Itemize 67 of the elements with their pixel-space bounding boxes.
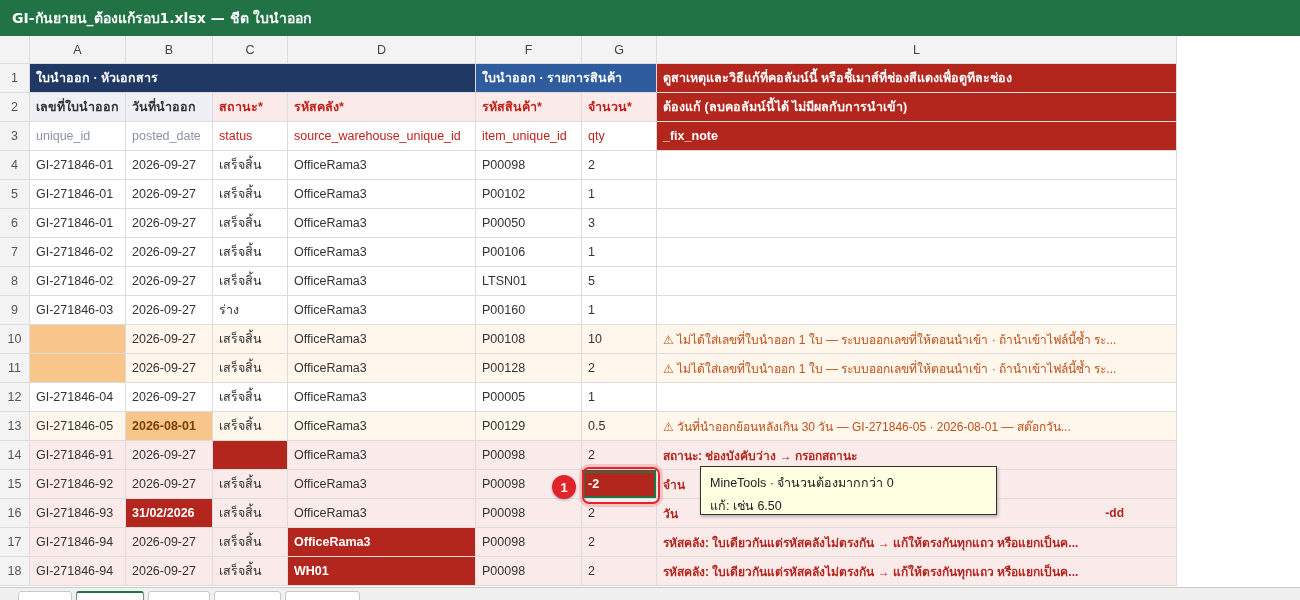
header-cell: ต้องแก้ (ลบคอลัมน์นี้ได้ ไม่มีผลกับการนำเข้า): [657, 93, 1177, 122]
select-all-corner[interactable]: [0, 36, 30, 64]
row-number: 15: [0, 470, 30, 499]
header-cell: รหัสคลัง*: [288, 93, 476, 122]
column-header[interactable]: F: [476, 36, 582, 64]
row-number: 4: [0, 151, 30, 180]
tooltip-text: แก้: เช่น 6.50: [710, 498, 783, 515]
row-number: 7: [0, 238, 30, 267]
table-cell[interactable]: [30, 325, 126, 354]
row-number: 11: [0, 354, 30, 383]
header-cell: สถานะ*: [213, 93, 288, 122]
row-number: 3: [0, 122, 30, 151]
row-number: 17: [0, 528, 30, 557]
column-header[interactable]: G: [582, 36, 657, 64]
header-cell: รหัสสินค้า*: [476, 93, 582, 122]
table-cell[interactable]: 2026-09-27: [126, 557, 213, 586]
fix-note: สถานะ: ช่องบังคับว่าง → กรอกสถานะ: [663, 447, 857, 465]
group-header: ใบนำออก · หัวเอกสาร: [30, 64, 476, 93]
row-number: 6: [0, 209, 30, 238]
table-cell[interactable]: [213, 441, 288, 470]
row-number: 14: [0, 441, 30, 470]
window-title: GI-กันยายน_ต้องแก้รอบ1.xlsx — ชีต ใบนำออก: [11, 8, 313, 29]
header-cell: qty: [582, 122, 657, 151]
table-cell[interactable]: GI-271846-94: [30, 557, 126, 586]
header-cell: item_unique_id: [476, 122, 582, 151]
header-cell: unique_id: [30, 122, 126, 151]
header-cell: posted_date: [126, 122, 213, 151]
column-header[interactable]: D: [288, 36, 476, 64]
column-header[interactable]: A: [30, 36, 126, 64]
table-cell[interactable]: OfficeRama3: [288, 528, 476, 557]
header-cell: source_warehouse_unique_id: [288, 122, 476, 151]
fix-note: รหัสคลัง: ใบเดียวกันแต่รหัสคลังไม่ตรงกัน → แก้ให้ตรงกันทุกแถว หรือแยกเป็นค...: [663, 563, 1079, 581]
group-header: ดูสาเหตุและวิธีแก้ที่คอลัมน์นี้ หรือชี้เมาส์ที่ช่องสีแดงเพื่อดูทีละช่อง: [657, 64, 1177, 93]
table-cell[interactable]: 2026-08-01: [126, 412, 213, 441]
fix-note: จำน: [663, 476, 685, 494]
tooltip-text: MineTools · จำนวนต้องมากกว่า 0: [710, 475, 895, 492]
row-number: 1: [0, 64, 30, 93]
row-number: 2: [0, 93, 30, 122]
fix-note: ⚠ ไม่ได้ใส่เลขที่ใบนำออก 1 ใบ — ระบบออกเลขที่ให้ตอนนำเข้า · ถ้านำเข้าไฟล์นี้ซ้ำ ระ...: [663, 330, 1117, 349]
column-header[interactable]: C: [213, 36, 288, 64]
row-number: 9: [0, 296, 30, 325]
table-cell[interactable]: -2: [582, 470, 657, 499]
header-cell: วันที่นำออก: [126, 93, 213, 122]
row-number: 13: [0, 412, 30, 441]
row-number: 18: [0, 557, 30, 586]
table-cell[interactable]: 31/02/2026: [126, 499, 213, 528]
row-number: 8: [0, 267, 30, 296]
row-number: 10: [0, 325, 30, 354]
row-number: 12: [0, 383, 30, 412]
fix-note: รหัสคลัง: ใบเดียวกันแต่รหัสคลังไม่ตรงกัน → แก้ให้ตรงกันทุกแถว หรือแยกเป็นค...: [663, 534, 1079, 552]
column-header[interactable]: B: [126, 36, 213, 64]
table-cell[interactable]: P00098: [476, 557, 582, 586]
row-number: 5: [0, 180, 30, 209]
row-number: 16: [0, 499, 30, 528]
header-cell: status: [213, 122, 288, 151]
fix-note: ⚠ วันที่นำออกย้อนหลังเกิน 30 วัน — GI-271846-05 · 2026-08-01 — สต๊อกวัน...: [663, 417, 1071, 436]
header-cell: _fix_note: [657, 122, 1177, 151]
table-cell[interactable]: [30, 354, 126, 383]
group-header: ใบนำออก · รายการสินค้า: [476, 64, 657, 93]
table-cell[interactable]: 2: [582, 557, 657, 586]
table-cell[interactable]: WH01: [288, 557, 476, 586]
fix-note: วัน: [663, 505, 678, 523]
header-cell: จำนวน*: [582, 93, 657, 122]
fix-note: ⚠ ไม่ได้ใส่เลขที่ใบนำออก 1 ใบ — ระบบออกเลขที่ให้ตอนนำเข้า · ถ้านำเข้าไฟล์นี้ซ้ำ ระ...: [663, 359, 1117, 378]
fix-note: -dd: [1105, 506, 1124, 520]
column-header[interactable]: L: [657, 36, 1177, 64]
header-cell: เลขที่ใบนำออก: [30, 93, 126, 122]
